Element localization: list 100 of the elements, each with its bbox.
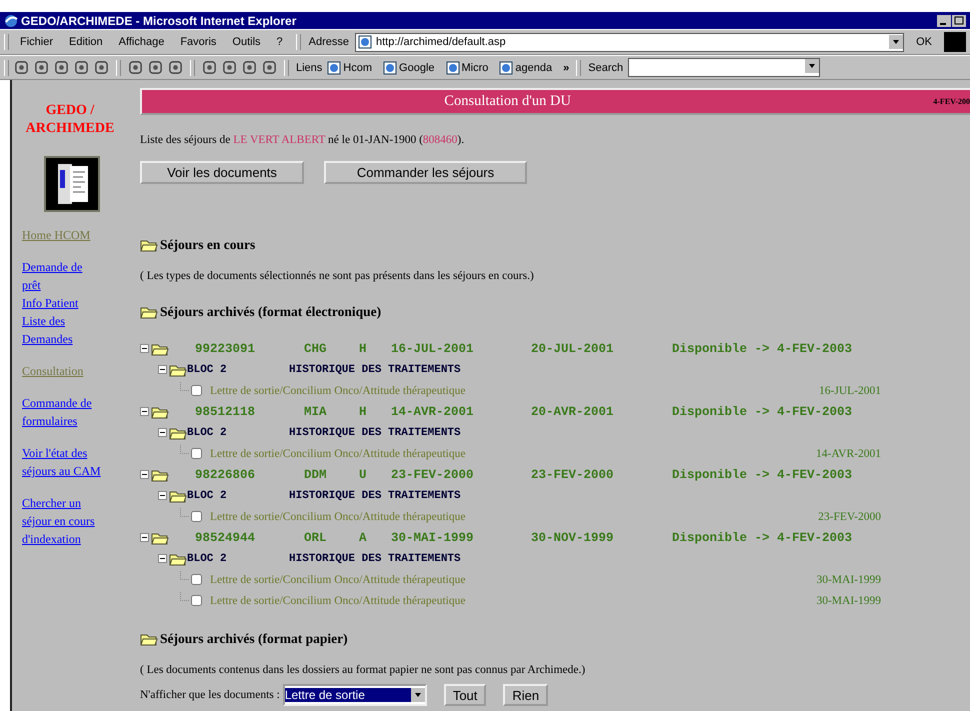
admission-date: 14-AVR-2001 bbox=[391, 404, 475, 418]
links-label: Liens bbox=[296, 62, 322, 74]
stay-number: 98512118 bbox=[195, 404, 256, 418]
collapse-icon[interactable] bbox=[140, 407, 149, 416]
window-title: GEDO/ARCHIMEDE - Microsoft Internet Explorer bbox=[21, 14, 298, 28]
document-date: 23-FEV-2000 bbox=[818, 510, 881, 522]
folder-icon bbox=[140, 305, 158, 319]
bloc-title: HISTORIQUE DES TRAITEMENTS bbox=[289, 552, 461, 564]
page-icon bbox=[446, 60, 460, 74]
document-checkbox[interactable] bbox=[191, 511, 202, 522]
section-heading: Séjours archivés (format électronique) bbox=[160, 304, 382, 320]
patient-line: Liste des séjours de LE VERT ALBERT né le 01-JAN-1900 (808460). bbox=[140, 134, 466, 146]
section-heading: Séjours en cours bbox=[160, 237, 256, 253]
bloc-title: HISTORIQUE DES TRAITEMENTS bbox=[289, 490, 461, 502]
collapse-icon[interactable] bbox=[158, 365, 167, 374]
availability-status: Disponible -> 4-FEV-2003 bbox=[672, 404, 852, 418]
info-note: ( Les documents contenus dans les dossiers au format papier ne sont pas connus par Archimede.) bbox=[140, 664, 586, 676]
menu-item[interactable]: ? bbox=[272, 36, 288, 48]
nav-link[interactable]: Commande de formulaires bbox=[22, 394, 102, 430]
folder-icon bbox=[151, 342, 169, 356]
minimize-icon[interactable] bbox=[937, 14, 951, 26]
document-date: 30-MAI-1999 bbox=[816, 574, 881, 586]
quick-link[interactable]: Micro bbox=[446, 60, 488, 74]
more-button[interactable]: » bbox=[563, 62, 570, 74]
admission-date: 16-JUL-2001 bbox=[391, 342, 475, 356]
collapse-icon[interactable] bbox=[158, 428, 167, 437]
collapse-icon[interactable] bbox=[158, 491, 167, 500]
menu-item[interactable]: Favoris bbox=[175, 36, 222, 48]
collapse-icon[interactable] bbox=[140, 344, 149, 353]
stay-type: A bbox=[359, 530, 368, 544]
menu-item[interactable]: Outils bbox=[227, 36, 266, 48]
book-icon bbox=[44, 156, 100, 212]
search-field[interactable] bbox=[628, 58, 820, 77]
folder-icon bbox=[169, 362, 187, 376]
bloc-label: BLOC 2 bbox=[187, 552, 228, 564]
folder-icon bbox=[151, 530, 169, 544]
folder-icon bbox=[140, 238, 158, 252]
filter-button[interactable]: Tout bbox=[444, 684, 486, 706]
date-label: 4-FEV-200 bbox=[933, 97, 970, 106]
document-date: 14-AVR-2001 bbox=[816, 448, 881, 460]
bloc-title: HISTORIQUE DES TRAITEMENTS bbox=[289, 364, 461, 376]
quick-link[interactable]: agenda bbox=[499, 60, 552, 74]
info-note: ( Les types de documents sélectionnés ne sont pas présents dans les séjours en cours.) bbox=[140, 270, 535, 282]
discharge-date: 30-NOV-1999 bbox=[531, 530, 615, 544]
browser-icon bbox=[4, 14, 18, 28]
service-code: MIA bbox=[304, 404, 328, 418]
address-field[interactable]: http://archimed/default.asp bbox=[355, 32, 904, 52]
go-button[interactable]: OK bbox=[910, 36, 938, 48]
collapse-icon[interactable] bbox=[140, 470, 149, 479]
menu-item[interactable]: Fichier bbox=[15, 36, 58, 48]
page-icon bbox=[358, 35, 372, 49]
stay-type: H bbox=[359, 342, 368, 356]
stay-number: 98524944 bbox=[195, 530, 256, 544]
document-type-select[interactable]: Lettre de sortie bbox=[282, 684, 427, 706]
page-icon bbox=[383, 60, 398, 74]
document-checkbox[interactable] bbox=[191, 385, 202, 396]
document-checkbox[interactable] bbox=[191, 448, 202, 459]
folder-icon bbox=[169, 426, 187, 440]
stay-type: H bbox=[359, 404, 368, 418]
folder-icon bbox=[151, 468, 169, 482]
filter-label: N'afficher que les documents : bbox=[140, 689, 280, 701]
nav-link[interactable]: Chercher un séjour en cours d'indexation bbox=[22, 494, 102, 548]
search-label: Search bbox=[588, 62, 624, 74]
page-heading: Consultation d'un DU bbox=[443, 93, 572, 110]
stay-number: 99223091 bbox=[195, 342, 256, 356]
service-code: DDM bbox=[304, 468, 328, 482]
stay-type: U bbox=[359, 468, 368, 482]
action-button[interactable]: Commander les séjours bbox=[324, 161, 527, 184]
nav-link[interactable]: Liste des Demandes bbox=[22, 312, 102, 348]
nav-link[interactable]: Info Patient bbox=[22, 294, 78, 312]
collapse-icon[interactable] bbox=[158, 554, 167, 563]
bloc-title: HISTORIQUE DES TRAITEMENTS bbox=[289, 426, 461, 438]
quick-link[interactable]: Google bbox=[383, 60, 435, 74]
service-code: CHG bbox=[304, 342, 328, 356]
availability-status: Disponible -> 4-FEV-2003 bbox=[672, 468, 852, 482]
document-checkbox[interactable] bbox=[191, 574, 202, 585]
nav-link[interactable]: Demande de prêt bbox=[22, 258, 102, 294]
menu-item[interactable]: Edition bbox=[64, 36, 108, 48]
nav-link[interactable]: Voir l'état des séjours au CAM bbox=[22, 444, 102, 480]
document-date: 16-JUL-2001 bbox=[819, 384, 881, 396]
bloc-label: BLOC 2 bbox=[187, 364, 228, 376]
document-date: 30-MAI-1999 bbox=[816, 594, 881, 606]
admission-date: 30-MAI-1999 bbox=[391, 530, 475, 544]
action-button[interactable]: Voir les documents bbox=[140, 161, 304, 184]
filter-button[interactable]: Rien bbox=[503, 684, 548, 706]
bloc-label: BLOC 2 bbox=[187, 490, 228, 502]
folder-icon bbox=[169, 552, 187, 566]
bloc-label: BLOC 2 bbox=[187, 426, 228, 438]
availability-status: Disponible -> 4-FEV-2003 bbox=[672, 342, 852, 356]
folder-icon bbox=[140, 632, 158, 646]
quick-link[interactable]: Hcom bbox=[327, 60, 372, 74]
stay-number: 98226806 bbox=[195, 468, 256, 482]
maximize-icon[interactable] bbox=[952, 14, 966, 26]
page-icon bbox=[499, 60, 514, 74]
collapse-icon[interactable] bbox=[140, 533, 149, 542]
discharge-date: 23-FEV-2000 bbox=[531, 468, 615, 482]
site-title: GEDO / ARCHIMEDE bbox=[24, 102, 116, 138]
menu-item[interactable]: Affichage bbox=[114, 36, 170, 48]
service-code: ORL bbox=[304, 530, 328, 544]
document-checkbox[interactable] bbox=[191, 595, 202, 606]
